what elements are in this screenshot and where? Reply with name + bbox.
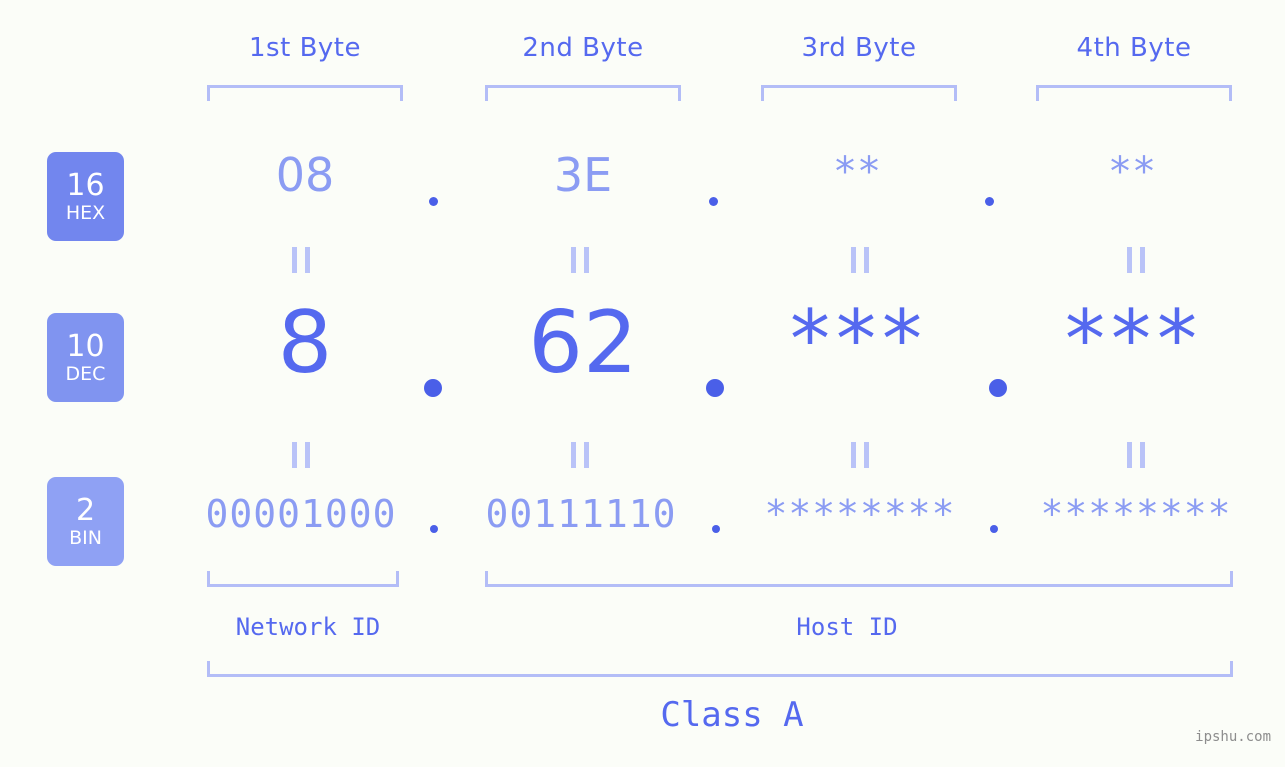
dec-byte-2: 62 [528, 293, 638, 393]
dec-separator-dot-3 [989, 379, 1007, 397]
host-id-bracket [485, 571, 1233, 587]
base-badge-bin: 2 BIN [47, 477, 124, 566]
base-badge-dec-number: 10 [66, 328, 105, 364]
hex-separator-dot-2 [709, 197, 718, 206]
equals-mark-dec-bin-3 [851, 442, 869, 468]
bin-byte-1: 00001000 [205, 492, 397, 536]
hex-byte-1: 08 [275, 148, 335, 202]
base-badge-dec-unit: DEC [65, 362, 106, 385]
dec-byte-3: *** [790, 293, 928, 386]
base-badge-dec: 10 DEC [47, 313, 124, 402]
bin-byte-2: 00111110 [485, 492, 677, 536]
hex-byte-2: 3E [553, 148, 613, 202]
equals-mark-dec-bin-4 [1127, 442, 1145, 468]
hex-separator-dot-1 [429, 197, 438, 206]
dec-separator-dot-1 [424, 379, 442, 397]
byte-bracket-1 [207, 85, 403, 101]
bin-separator-dot-2 [712, 525, 720, 533]
host-id-label: Host ID [796, 613, 898, 641]
base-badge-hex-number: 16 [66, 167, 105, 203]
bin-byte-3: ******** [764, 492, 956, 536]
site-watermark: ipshu.com [1195, 729, 1271, 745]
hex-separator-dot-3 [985, 197, 994, 206]
base-badge-bin-unit: BIN [69, 526, 102, 549]
byte-header-4: 4th Byte [1076, 33, 1192, 63]
equals-mark-dec-bin-1 [292, 442, 310, 468]
byte-header-2: 2nd Byte [522, 33, 644, 63]
bin-separator-dot-1 [430, 525, 438, 533]
bin-separator-dot-3 [990, 525, 998, 533]
class-label: Class A [660, 695, 804, 735]
byte-bracket-3 [761, 85, 957, 101]
byte-bracket-4 [1036, 85, 1232, 101]
network-id-bracket [207, 571, 399, 587]
hex-byte-4: ** [1110, 149, 1158, 195]
dec-byte-4: *** [1065, 293, 1203, 386]
base-badge-bin-number: 2 [75, 492, 96, 528]
equals-mark-hex-dec-1 [292, 247, 310, 273]
ip-address-breakdown-diagram: 1st Byte 2nd Byte 3rd Byte 4th Byte 16 H… [0, 0, 1285, 767]
network-id-label: Network ID [235, 613, 381, 641]
byte-bracket-2 [485, 85, 681, 101]
equals-mark-hex-dec-4 [1127, 247, 1145, 273]
equals-mark-dec-bin-2 [571, 442, 589, 468]
byte-header-3: 3rd Byte [801, 33, 917, 63]
byte-header-1: 1st Byte [249, 33, 361, 63]
equals-mark-hex-dec-3 [851, 247, 869, 273]
base-badge-hex-unit: HEX [65, 201, 106, 224]
bin-byte-4: ******** [1040, 492, 1232, 536]
dec-byte-1: 8 [277, 293, 333, 393]
equals-mark-hex-dec-2 [571, 247, 589, 273]
class-bracket [207, 661, 1233, 677]
dec-separator-dot-2 [706, 379, 724, 397]
hex-byte-3: ** [835, 149, 883, 195]
base-badge-hex: 16 HEX [47, 152, 124, 241]
